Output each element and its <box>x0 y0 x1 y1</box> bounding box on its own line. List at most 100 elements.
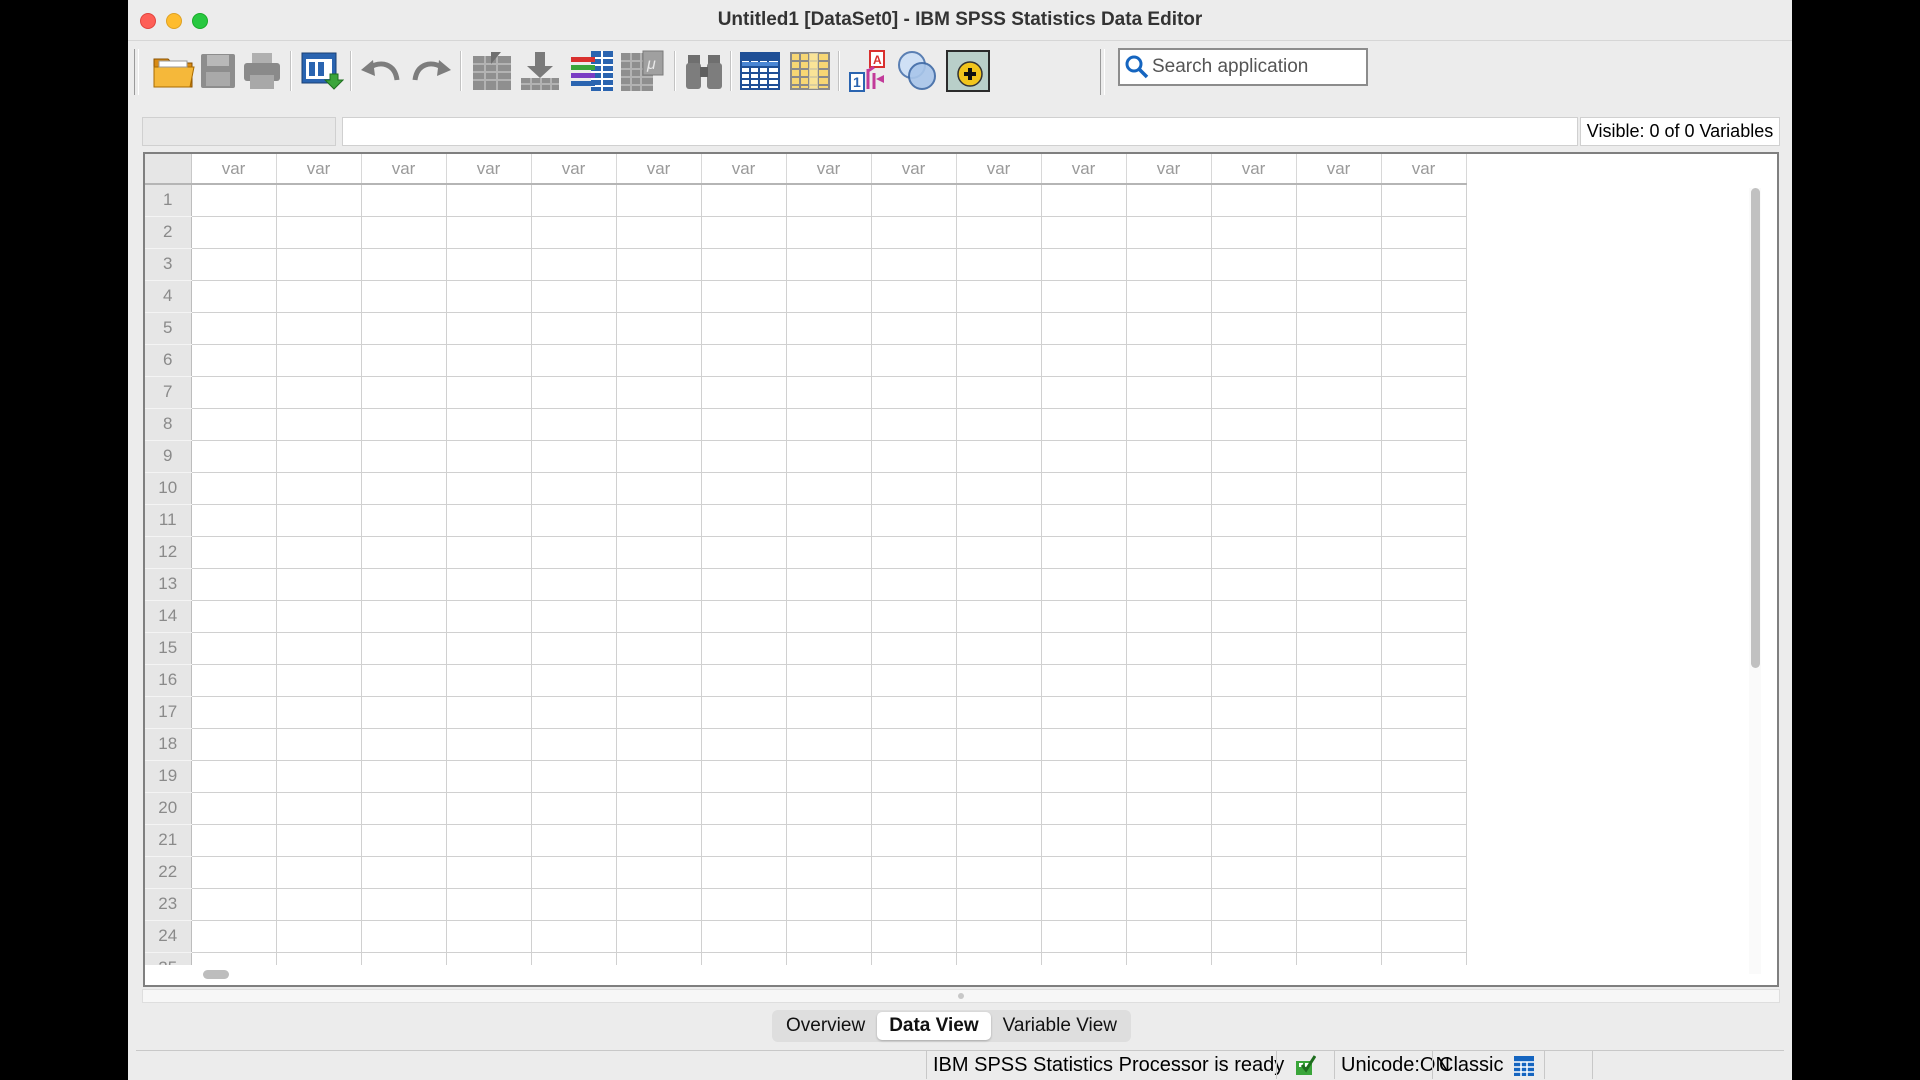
data-cell[interactable] <box>701 376 787 409</box>
data-cell[interactable] <box>786 344 872 377</box>
column-header-var[interactable]: var <box>1296 154 1382 185</box>
data-cell[interactable] <box>1041 312 1127 345</box>
row-number-header[interactable]: 23 <box>145 888 192 921</box>
data-cell[interactable] <box>361 824 447 857</box>
data-cell[interactable] <box>1381 504 1467 537</box>
data-cell[interactable] <box>786 888 872 921</box>
data-cell[interactable] <box>1381 696 1467 729</box>
data-cell[interactable] <box>956 312 1042 345</box>
data-cell[interactable] <box>1211 632 1297 665</box>
open-data-document-button[interactable] <box>150 47 198 95</box>
data-cell[interactable] <box>871 760 957 793</box>
data-cell[interactable] <box>446 696 532 729</box>
data-cell[interactable] <box>1041 536 1127 569</box>
data-cell[interactable] <box>871 600 957 633</box>
data-cell[interactable] <box>1381 248 1467 281</box>
data-cell[interactable] <box>446 824 532 857</box>
data-cell[interactable] <box>616 568 702 601</box>
data-cell[interactable] <box>191 664 277 697</box>
data-cell[interactable] <box>361 440 447 473</box>
data-cell[interactable] <box>616 824 702 857</box>
data-cell[interactable] <box>1296 664 1382 697</box>
data-cell[interactable] <box>956 632 1042 665</box>
data-cell[interactable] <box>191 536 277 569</box>
row-number-header[interactable]: 17 <box>145 696 192 729</box>
data-cell[interactable] <box>1041 600 1127 633</box>
row-number-header[interactable]: 3 <box>145 248 192 281</box>
data-cell[interactable] <box>616 600 702 633</box>
data-cell[interactable] <box>1211 824 1297 857</box>
data-cell[interactable] <box>956 472 1042 505</box>
go-to-variable-button[interactable] <box>516 47 564 95</box>
data-cell[interactable] <box>1126 280 1212 313</box>
data-cell[interactable] <box>616 504 702 537</box>
data-cell[interactable] <box>871 824 957 857</box>
data-cell[interactable] <box>701 280 787 313</box>
data-cell[interactable] <box>1211 760 1297 793</box>
recall-dialog-button[interactable] <box>298 47 346 95</box>
data-cell[interactable] <box>1296 376 1382 409</box>
data-cell[interactable] <box>446 504 532 537</box>
data-cell[interactable] <box>191 888 277 921</box>
data-cell[interactable] <box>1126 216 1212 249</box>
data-cell[interactable] <box>446 280 532 313</box>
column-header-var[interactable]: var <box>276 154 362 185</box>
data-cell[interactable] <box>191 824 277 857</box>
data-cell[interactable] <box>616 312 702 345</box>
data-cell[interactable] <box>1296 888 1382 921</box>
select-cases-button[interactable] <box>894 47 942 95</box>
row-number-header[interactable]: 15 <box>145 632 192 665</box>
row-number-header[interactable]: 21 <box>145 824 192 857</box>
data-cell[interactable] <box>616 664 702 697</box>
data-cell[interactable] <box>871 888 957 921</box>
data-cell[interactable] <box>1296 856 1382 889</box>
data-cell[interactable] <box>1126 632 1212 665</box>
value-labels-button[interactable] <box>944 47 992 95</box>
row-number-header[interactable]: 19 <box>145 760 192 793</box>
data-cell[interactable] <box>191 504 277 537</box>
data-cell[interactable] <box>701 472 787 505</box>
data-cell[interactable] <box>956 856 1042 889</box>
data-cell[interactable] <box>446 632 532 665</box>
data-cell[interactable] <box>616 472 702 505</box>
data-cell[interactable] <box>1041 888 1127 921</box>
data-cell[interactable] <box>446 888 532 921</box>
data-cell[interactable] <box>871 440 957 473</box>
data-cell[interactable] <box>276 376 362 409</box>
data-cell[interactable] <box>531 760 617 793</box>
data-cell[interactable] <box>701 760 787 793</box>
data-cell[interactable] <box>616 888 702 921</box>
tab-variable-view[interactable]: Variable View <box>991 1012 1129 1040</box>
data-cell[interactable] <box>361 888 447 921</box>
data-cell[interactable] <box>1211 792 1297 825</box>
column-header-var[interactable]: var <box>1381 154 1467 185</box>
data-cell[interactable] <box>1126 184 1212 217</box>
data-cell[interactable] <box>871 408 957 441</box>
data-cell[interactable] <box>871 696 957 729</box>
vertical-scrollbar[interactable] <box>1749 188 1761 974</box>
data-cell[interactable] <box>701 792 787 825</box>
data-cell[interactable] <box>701 504 787 537</box>
data-cell[interactable] <box>276 760 362 793</box>
data-cell[interactable] <box>1381 824 1467 857</box>
data-cell[interactable] <box>956 760 1042 793</box>
data-cell[interactable] <box>956 248 1042 281</box>
data-cell[interactable] <box>1381 600 1467 633</box>
data-cell[interactable] <box>446 184 532 217</box>
data-cell[interactable] <box>1211 664 1297 697</box>
data-cell[interactable] <box>361 536 447 569</box>
data-cell[interactable] <box>616 536 702 569</box>
toolbar-grip[interactable] <box>1100 49 1105 95</box>
data-cell[interactable] <box>276 792 362 825</box>
run-descriptive-statistics-button[interactable]: μ <box>618 47 666 95</box>
data-cell[interactable] <box>1381 312 1467 345</box>
data-cell[interactable] <box>446 536 532 569</box>
row-number-header[interactable]: 4 <box>145 280 192 313</box>
column-header-var[interactable]: var <box>1211 154 1297 185</box>
data-cell[interactable] <box>616 632 702 665</box>
data-cell[interactable] <box>1041 856 1127 889</box>
data-cell[interactable] <box>1211 472 1297 505</box>
data-cell[interactable] <box>1126 344 1212 377</box>
row-number-header[interactable]: 18 <box>145 728 192 761</box>
data-cell[interactable] <box>531 568 617 601</box>
